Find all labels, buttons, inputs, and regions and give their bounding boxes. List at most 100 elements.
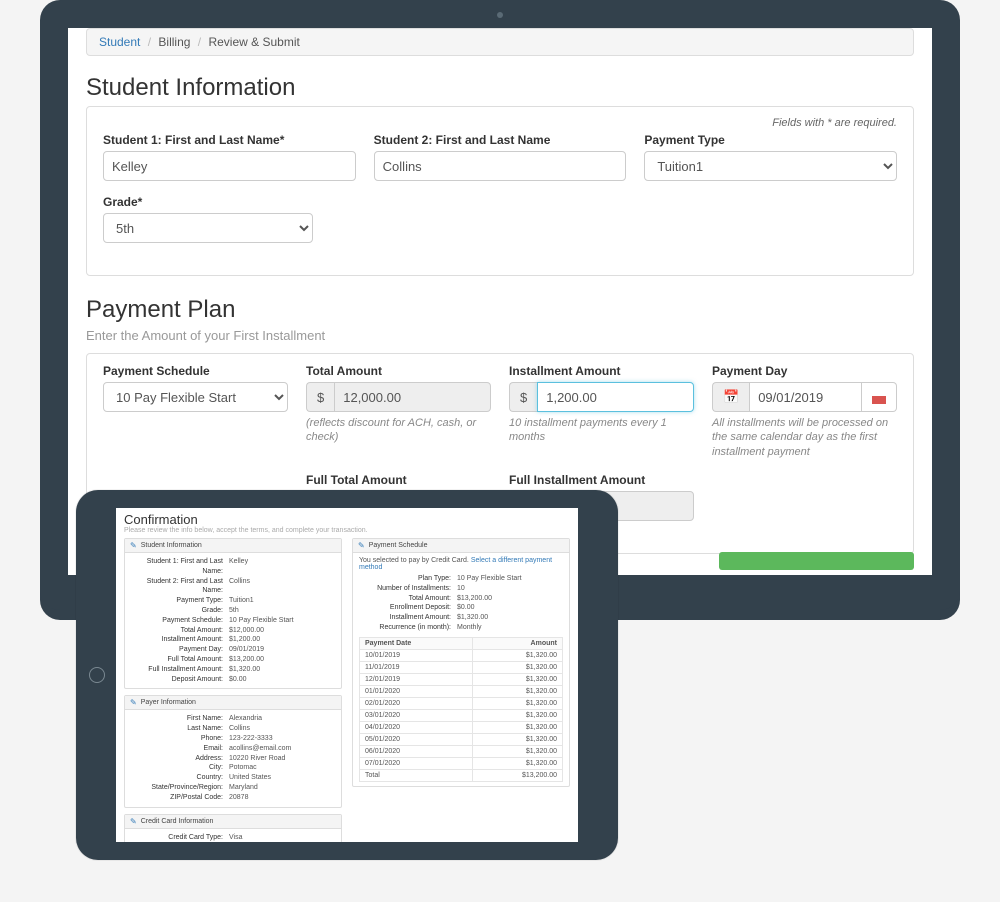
kv-key: Student 1: First and Last Name: xyxy=(131,557,223,577)
total-label: Total xyxy=(360,769,473,781)
label-total: Total Amount xyxy=(306,364,491,378)
student-info-panel: Fields with * are required. Student 1: F… xyxy=(86,106,914,276)
kv-key: Full Total Amount: xyxy=(131,655,223,665)
cell-date: 12/01/2019 xyxy=(360,673,473,685)
schedule-select[interactable]: 10 Pay Flexible Start xyxy=(103,382,288,412)
table-row: 07/01/2020$1,320.00 xyxy=(360,757,563,769)
calendar-picker-icon[interactable] xyxy=(862,382,897,412)
kv-key: Payment Schedule: xyxy=(131,616,223,626)
kv-key: Total Amount: xyxy=(131,626,223,636)
kv-row: Number of Installments:10 xyxy=(359,584,563,594)
cell-date: 05/01/2020 xyxy=(360,733,473,745)
kv-value: 10 Pay Flexible Start xyxy=(229,616,294,626)
cell-date: 04/01/2020 xyxy=(360,721,473,733)
kv-row: City:Potomac xyxy=(131,763,335,773)
edit-icon[interactable]: ✎ xyxy=(130,817,137,826)
kv-row: Full Installment Amount:$1,320.00 xyxy=(131,665,335,675)
kv-value: Monthly xyxy=(457,623,482,633)
edit-icon[interactable]: ✎ xyxy=(130,698,137,707)
table-row: 11/01/2019$1,320.00 xyxy=(360,661,563,673)
kv-row: Payment Schedule: 10 Pay Flexible Start xyxy=(131,616,335,626)
breadcrumb-student[interactable]: Student xyxy=(99,35,140,49)
label-payment-day: Payment Day xyxy=(712,364,897,378)
th-date: Payment Date xyxy=(360,637,473,649)
table-row: 04/01/2020$1,320.00 xyxy=(360,721,563,733)
cell-amount: $1,320.00 xyxy=(472,733,562,745)
payment-schedule-table: Payment Date Amount 10/01/2019$1,320.001… xyxy=(359,637,563,782)
grade-select[interactable]: 5th xyxy=(103,213,313,243)
kv-row: ZIP/Postal Code:20878 xyxy=(131,793,335,803)
kv-value: Collins xyxy=(229,577,250,597)
kv-row: Phone: 123-222-3333 xyxy=(131,734,335,744)
table-row: 12/01/2019$1,320.00 xyxy=(360,673,563,685)
student-info-title: Student Information xyxy=(86,74,914,102)
kv-key: Credit Card Type: xyxy=(131,833,223,842)
submit-button[interactable] xyxy=(719,552,914,570)
breadcrumb-sep: / xyxy=(148,35,151,49)
cell-amount: $1,320.00 xyxy=(472,673,562,685)
kv-value: 123-222-3333 xyxy=(229,734,273,744)
kv-value: $13,200.00 xyxy=(229,655,264,665)
kv-row: Payment Type: Tuition1 xyxy=(131,596,335,606)
cell-amount: $1,320.00 xyxy=(472,721,562,733)
kv-key: Payment Type: xyxy=(131,596,223,606)
kv-key: Deposit Amount: xyxy=(131,675,223,685)
help-payment-day: All installments will be processed on th… xyxy=(712,416,897,459)
th-amount: Amount xyxy=(472,637,562,649)
confirmation-left-col: ✎ Student Information Student 1: First a… xyxy=(124,538,342,842)
table-row: 02/01/2020$1,320.00 xyxy=(360,697,563,709)
edit-icon[interactable]: ✎ xyxy=(130,541,137,550)
kv-value: $1,320.00 xyxy=(457,613,488,623)
kv-value: United States xyxy=(229,773,271,783)
kv-key: Student 2: First and Last Name: xyxy=(131,577,223,597)
edit-icon[interactable]: ✎ xyxy=(358,541,365,550)
kv-key: Email: xyxy=(131,744,223,754)
total-amount-input xyxy=(334,382,491,412)
kv-row: Grade:5th xyxy=(131,606,335,616)
breadcrumb-billing[interactable]: Billing xyxy=(158,35,190,49)
kv-value: $0.00 xyxy=(229,675,247,685)
kv-value: Tuition1 xyxy=(229,596,254,606)
kv-value: 09/01/2019 xyxy=(229,645,264,655)
table-row: 10/01/2019$1,320.00 xyxy=(360,649,563,661)
calendar-icon[interactable]: 📅 xyxy=(712,382,749,412)
camera-icon xyxy=(497,12,503,18)
student2-name-input[interactable] xyxy=(374,151,627,181)
schedule-note: You selected to pay by Credit Card. xyxy=(359,557,469,564)
kv-key: Installment Amount: xyxy=(131,635,223,645)
kv-row: Address:10220 River Road xyxy=(131,754,335,764)
kv-value: 5th xyxy=(229,606,239,616)
cell-date: 03/01/2020 xyxy=(360,709,473,721)
student1-name-input[interactable] xyxy=(103,151,356,181)
kv-key: Enrollment Deposit: xyxy=(359,603,451,613)
kv-key: Phone: xyxy=(131,734,223,744)
kv-key: Total Amount: xyxy=(359,594,451,604)
kv-row: Installment Amount:$1,320.00 xyxy=(359,613,563,623)
installment-amount-input[interactable] xyxy=(537,382,694,412)
breadcrumb-review[interactable]: Review & Submit xyxy=(208,35,299,49)
kv-value: $1,320.00 xyxy=(229,665,260,675)
kv-key: Payment Day: xyxy=(131,645,223,655)
kv-value: 10220 River Road xyxy=(229,754,285,764)
kv-value: acollins@email.com xyxy=(229,744,291,754)
kv-value: Visa xyxy=(229,833,243,842)
kv-row: Plan Type:10 Pay Flexible Start xyxy=(359,574,563,584)
cell-date: 02/01/2020 xyxy=(360,697,473,709)
home-button-icon xyxy=(89,667,105,683)
kv-value: 10 Pay Flexible Start xyxy=(457,574,522,584)
payment-day-input[interactable] xyxy=(749,382,862,412)
kv-key: First Name: xyxy=(131,714,223,724)
kv-value: 10 xyxy=(457,584,465,594)
kv-row: First Name:Alexandria xyxy=(131,714,335,724)
kv-value: Kelley xyxy=(229,557,248,577)
kv-key: ZIP/Postal Code: xyxy=(131,793,223,803)
kv-row: Email: acollins@email.com xyxy=(131,744,335,754)
kv-row: Student 1: First and Last Name: Kelley xyxy=(131,557,335,577)
label-full-total: Full Total Amount xyxy=(306,473,491,487)
cell-amount: $1,320.00 xyxy=(472,745,562,757)
kv-value: Potomac xyxy=(229,763,257,773)
kv-row: Installment Amount:$1,200.00 xyxy=(131,635,335,645)
kv-value: $12,000.00 xyxy=(229,626,264,636)
payment-type-select[interactable]: Tuition1 xyxy=(644,151,897,181)
label-payment-type: Payment Type xyxy=(644,133,897,147)
